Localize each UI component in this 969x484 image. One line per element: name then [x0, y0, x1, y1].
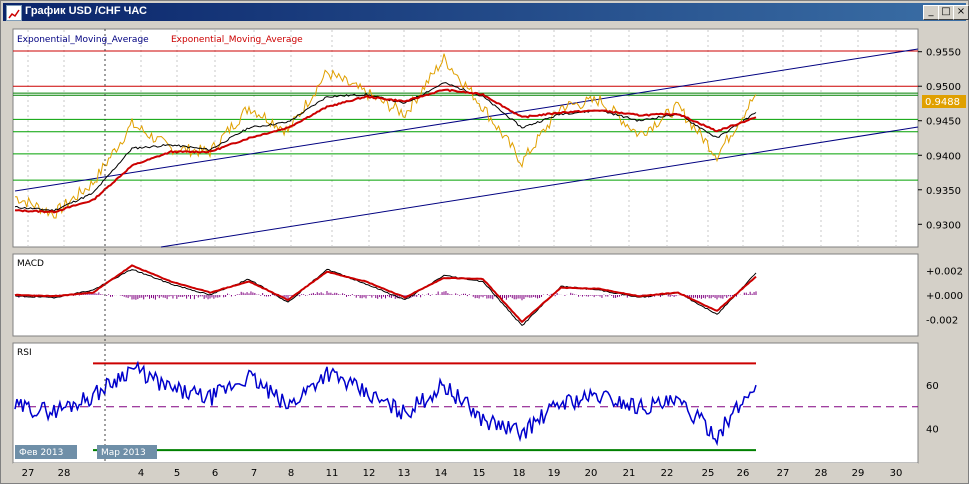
x-tick-label: 8: [288, 468, 294, 479]
y-tick-label: 0.9300: [926, 220, 961, 231]
chart-window-icon: [6, 5, 22, 21]
macd-y-tick-label: -0.002: [926, 316, 958, 327]
x-tick-label: 25: [702, 468, 715, 479]
x-tick-label: 7: [251, 468, 257, 479]
minimize-icon[interactable]: _: [923, 5, 939, 20]
y-tick-label: 0.9450: [926, 117, 961, 128]
legend-ema-slow: Exponential_Moving_Average: [171, 35, 303, 45]
x-tick-label: 13: [398, 468, 411, 479]
x-tick-label: 18: [513, 468, 526, 479]
x-tick-label: 20: [585, 468, 598, 479]
x-tick-label: 28: [58, 468, 71, 479]
y-tick-label: 0.9400: [926, 151, 961, 162]
window-title: График USD /CHF ЧАС: [25, 5, 147, 17]
x-tick-label: 27: [777, 468, 790, 479]
x-tick-label: 12: [363, 468, 376, 479]
x-tick-label: 21: [623, 468, 636, 479]
x-tick-label: 30: [890, 468, 903, 479]
macd-y-tick-label: +0.000: [926, 291, 963, 302]
chart-window: График USD /CHF ЧАС _ □ × +0.002 +0.000 -0…: [0, 0, 969, 484]
macd-y-tick-label: +0.002: [926, 266, 963, 277]
month-label-mar: Мар 2013: [101, 448, 146, 458]
x-tick-label: 5: [174, 468, 180, 479]
x-tick-label: 4: [138, 468, 144, 479]
x-tick-label: 6: [212, 468, 218, 479]
x-tick-label: 11: [326, 468, 339, 479]
x-tick-label: 27: [22, 468, 35, 479]
restore-icon[interactable]: □: [938, 5, 954, 20]
x-tick-label: 26: [737, 468, 750, 479]
x-tick-label: 22: [661, 468, 674, 479]
x-tick-label: 19: [548, 468, 561, 479]
y-tick-label: 0.9550: [926, 48, 961, 59]
y-axis-ticks: 0.9550 0.9500 0.9450 0.9400 0.9350 0.9300: [918, 48, 961, 231]
x-tick-label: 28: [815, 468, 828, 479]
y-tick-label: 0.9500: [926, 82, 961, 93]
y-tick-label: 0.9350: [926, 186, 961, 197]
x-tick-label: 29: [852, 468, 865, 479]
x-tick-label: 14: [435, 468, 448, 479]
title-bar: График USD /CHF ЧАС _ □ ×: [3, 3, 969, 21]
rsi-label: RSI: [17, 348, 32, 358]
x-tick-label: 15: [473, 468, 486, 479]
rsi-y-tick-label: 40: [926, 424, 939, 435]
rsi-y-tick-label: 60: [926, 381, 939, 392]
price-badge-value: 0.9488: [925, 97, 960, 108]
macd-label: MACD: [17, 259, 44, 269]
legend-ema-fast: Exponential_Moving_Average: [17, 35, 149, 45]
month-label-feb: Фев 2013: [19, 448, 63, 458]
price-chart[interactable]: +0.002 +0.000 -0.002 60 40 0.9550 0.9500 0.94…: [1, 21, 968, 483]
close-icon[interactable]: ×: [953, 5, 969, 20]
